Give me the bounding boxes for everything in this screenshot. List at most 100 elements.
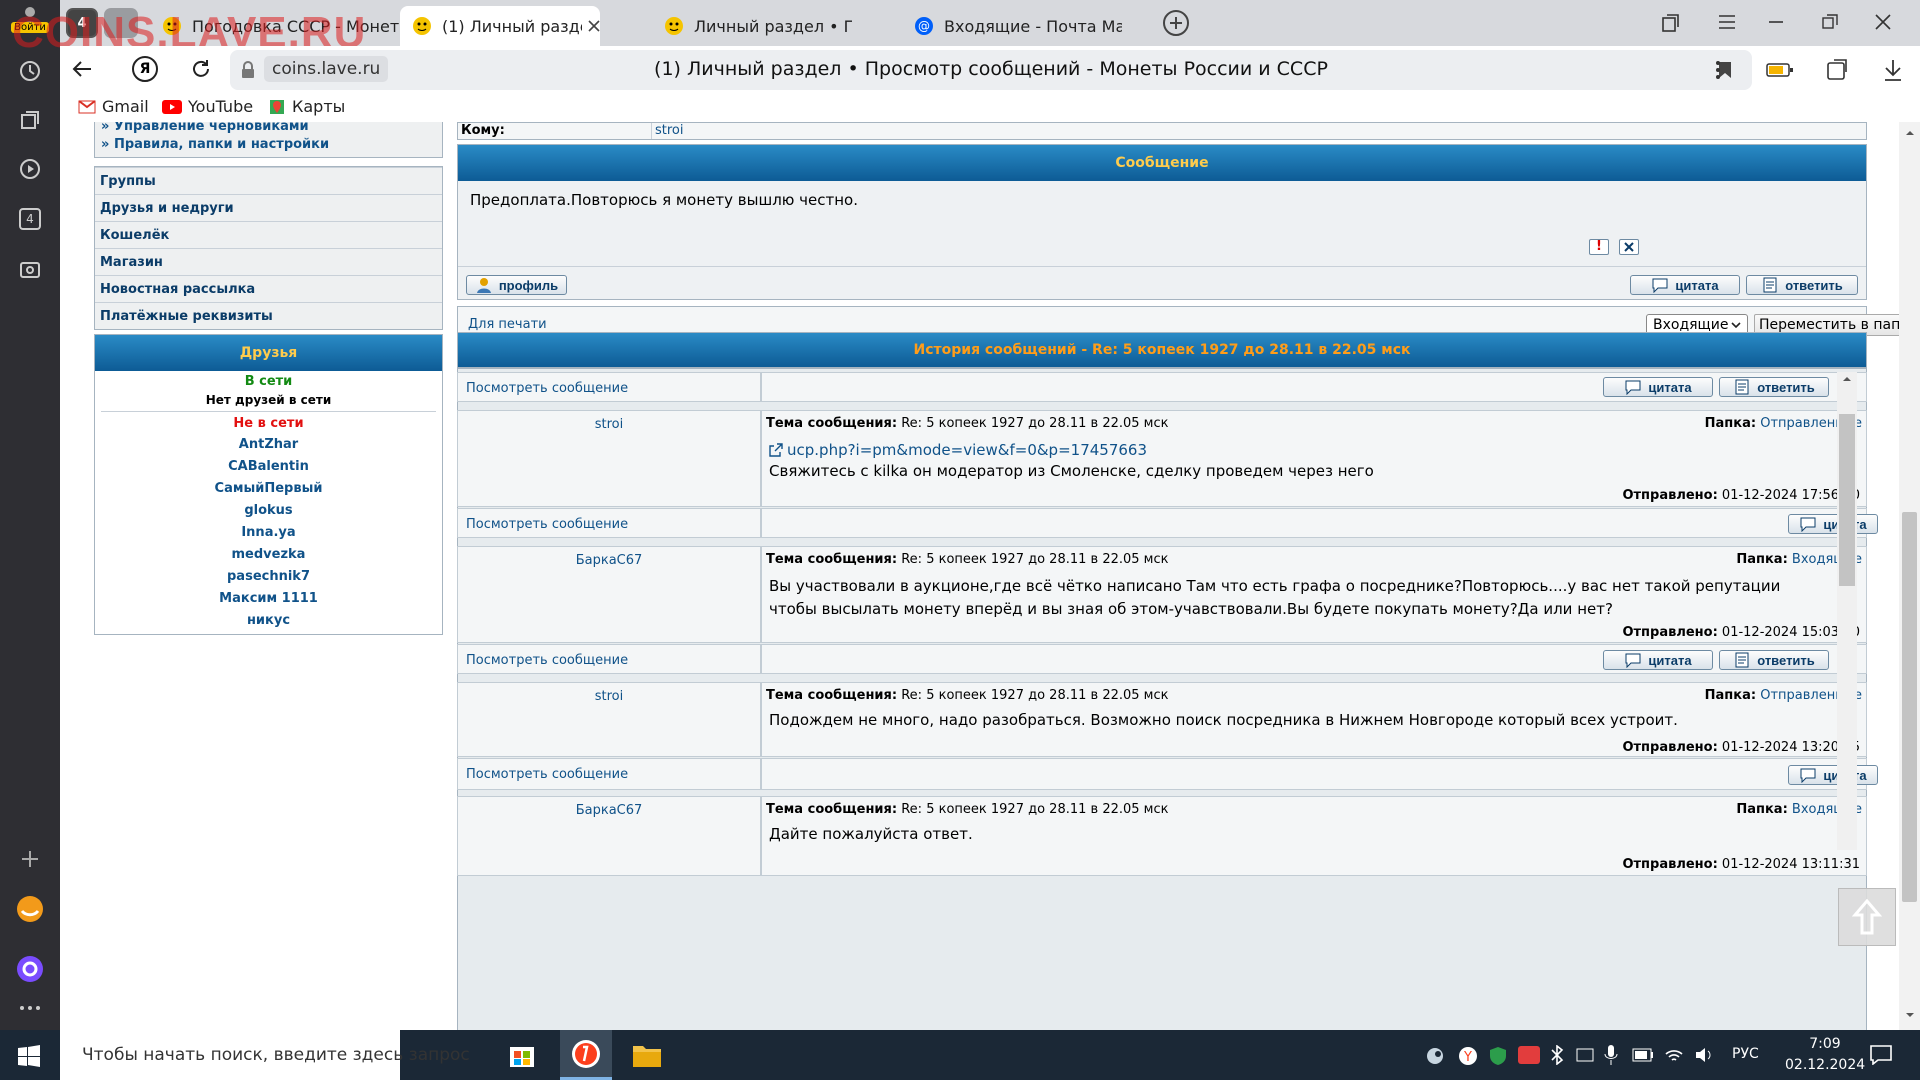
scroll-down-icon[interactable] xyxy=(1905,1012,1915,1018)
to-label: Кому: xyxy=(461,123,505,138)
scroll-to-top-button[interactable] xyxy=(1838,888,1896,946)
nav-wallet[interactable]: Кошелёк xyxy=(95,221,442,248)
app-tray-icon[interactable] xyxy=(1518,1046,1540,1064)
volume-icon[interactable] xyxy=(1694,1046,1714,1064)
author-link[interactable]: stroi xyxy=(595,689,624,704)
nav-friends-foes[interactable]: Друзья и недруги xyxy=(95,194,442,221)
report-icon[interactable]: ! xyxy=(1589,239,1609,255)
language-indicator[interactable]: РУС xyxy=(1732,1046,1759,1062)
battery-saver-icon[interactable] xyxy=(1766,62,1794,78)
friend-link[interactable]: pasechnik7 xyxy=(95,566,442,588)
nav-newsletter[interactable]: Новостная рассылка xyxy=(95,275,442,302)
yandex-browser-taskbar-icon[interactable] xyxy=(560,1030,612,1080)
quote-button[interactable]: цитата xyxy=(1788,514,1878,534)
zen-icon[interactable] xyxy=(14,893,46,925)
security-icon[interactable] xyxy=(1488,1046,1508,1066)
collections-icon[interactable] xyxy=(14,104,46,136)
microphone-icon[interactable] xyxy=(1604,1044,1618,1066)
reload-icon[interactable] xyxy=(190,58,212,80)
menu-icon[interactable] xyxy=(1718,14,1736,30)
more-vertical-icon[interactable] xyxy=(1715,60,1721,80)
view-message-link[interactable]: Посмотреть сообщение xyxy=(466,381,628,396)
close-tab-icon[interactable] xyxy=(588,20,600,32)
back-icon[interactable] xyxy=(72,60,92,78)
windows-start-icon[interactable] xyxy=(18,1045,40,1067)
view-message-link[interactable]: Посмотреть сообщение xyxy=(466,517,628,532)
scrollbar-thumb[interactable] xyxy=(1902,512,1917,902)
nav-link-drafts[interactable]: » Управление черновиками xyxy=(101,122,442,134)
view-message-link[interactable]: Посмотреть сообщение xyxy=(466,767,628,782)
reply-button[interactable]: ответить xyxy=(1719,650,1829,670)
scroll-up-icon[interactable] xyxy=(1842,376,1852,382)
author-link[interactable]: БаркаС67 xyxy=(576,803,643,818)
clock[interactable]: 7:09 02.12.2024 xyxy=(1785,1034,1865,1076)
tab-mail[interactable]: @ Входящие - Почта Mail xyxy=(902,6,1122,46)
quote-button[interactable]: цитата xyxy=(1630,275,1740,295)
sent-line: Отправлено: 01-12-2024 13:20:35 xyxy=(1622,740,1860,755)
bluetooth-icon[interactable] xyxy=(1550,1045,1564,1065)
more-icon[interactable] xyxy=(14,992,46,1024)
nav-payment-details[interactable]: Платёжные реквизиты xyxy=(95,302,442,329)
quote-button[interactable]: цитата xyxy=(1603,650,1713,670)
reply-button[interactable]: ответить xyxy=(1719,377,1829,397)
store-icon[interactable] xyxy=(508,1041,536,1069)
friend-link[interactable]: Максим 1111 xyxy=(95,588,442,610)
bookmark-maps[interactable]: Карты xyxy=(268,97,345,116)
message-link[interactable]: ucp.php?i=pm&mode=view&f=0&p=17457663 xyxy=(769,441,1147,459)
tab-private-section[interactable]: Личный раздел • Просмотр xyxy=(652,6,852,46)
friend-link[interactable]: medvezka xyxy=(95,544,442,566)
friend-link[interactable]: CABalentin xyxy=(95,456,442,478)
file-explorer-icon[interactable] xyxy=(632,1041,662,1069)
author-link[interactable]: stroi xyxy=(595,417,624,432)
tab-counter-icon[interactable]: 4 xyxy=(14,203,46,235)
add-panel-icon[interactable] xyxy=(14,843,46,875)
friend-link[interactable]: никус xyxy=(95,610,442,632)
steam-icon[interactable] xyxy=(1426,1047,1446,1065)
taskbar-search[interactable]: Чтобы начать поиск, введите здесь запрос xyxy=(60,1030,470,1080)
alice-icon[interactable] xyxy=(14,953,46,985)
close-window-icon[interactable] xyxy=(1875,14,1891,30)
nav-link-rules[interactable]: » Правила, папки и настройки xyxy=(101,137,442,152)
notifications-icon[interactable] xyxy=(1870,1045,1892,1065)
friend-link[interactable]: AntZhar xyxy=(95,434,442,456)
new-tab-button[interactable] xyxy=(1163,10,1189,36)
yandex-tray-icon[interactable]: Y xyxy=(1458,1046,1478,1066)
friend-link[interactable]: glokus xyxy=(95,500,442,522)
history-scrollbar[interactable] xyxy=(1837,372,1857,850)
url-field[interactable]: coins.lave.ru (1) Личный раздел • Просмо… xyxy=(230,50,1752,90)
yandex-icon[interactable]: Я xyxy=(132,56,158,82)
friend-link[interactable]: СамыйПервый xyxy=(95,478,442,500)
keyboard-icon[interactable] xyxy=(1576,1046,1594,1064)
bookmark-youtube[interactable]: YouTube xyxy=(162,97,253,116)
profile-button[interactable]: профиль xyxy=(466,275,567,295)
quote-button[interactable]: цитата xyxy=(1788,765,1878,785)
screenshot-icon[interactable] xyxy=(14,253,46,285)
print-link[interactable]: Для печати xyxy=(468,317,547,332)
scroll-up-icon[interactable] xyxy=(1905,130,1915,136)
nav-groups[interactable]: Группы xyxy=(95,167,442,194)
bookmark-gmail[interactable]: Gmail xyxy=(78,97,149,116)
nav-shop[interactable]: Магазин xyxy=(95,248,442,275)
author-link[interactable]: БаркаС67 xyxy=(576,553,643,568)
page-scrollbar[interactable] xyxy=(1899,122,1920,1030)
wifi-icon[interactable] xyxy=(1664,1046,1684,1064)
download-icon[interactable] xyxy=(1883,58,1903,82)
reply-button[interactable]: ответить xyxy=(1746,275,1858,295)
quote-button[interactable]: цитата xyxy=(1603,377,1713,397)
delete-icon[interactable] xyxy=(1619,239,1639,255)
tab-private-section-active[interactable]: (1) Личный раздел • Пр xyxy=(400,6,600,46)
history-actions-row: Посмотреть сообщение цитата ответить xyxy=(457,644,1867,674)
tabs-panel-icon[interactable] xyxy=(1660,13,1680,33)
battery-icon[interactable] xyxy=(1632,1048,1654,1062)
history-icon[interactable] xyxy=(14,55,46,87)
friend-link[interactable]: Inna.ya xyxy=(95,522,442,544)
view-message-link[interactable]: Посмотреть сообщение xyxy=(466,653,628,668)
restore-icon[interactable] xyxy=(1822,14,1838,30)
scrollbar-thumb[interactable] xyxy=(1839,414,1855,586)
minimize-icon[interactable] xyxy=(1768,20,1784,24)
subject-line: Тема сообщения: Re: 5 копеек 1927 до 28.… xyxy=(766,802,1168,817)
button-label: ответить xyxy=(1757,379,1815,395)
extensions-icon[interactable] xyxy=(1826,58,1850,82)
recipient-link[interactable]: stroi xyxy=(651,123,684,139)
video-icon[interactable] xyxy=(14,153,46,185)
